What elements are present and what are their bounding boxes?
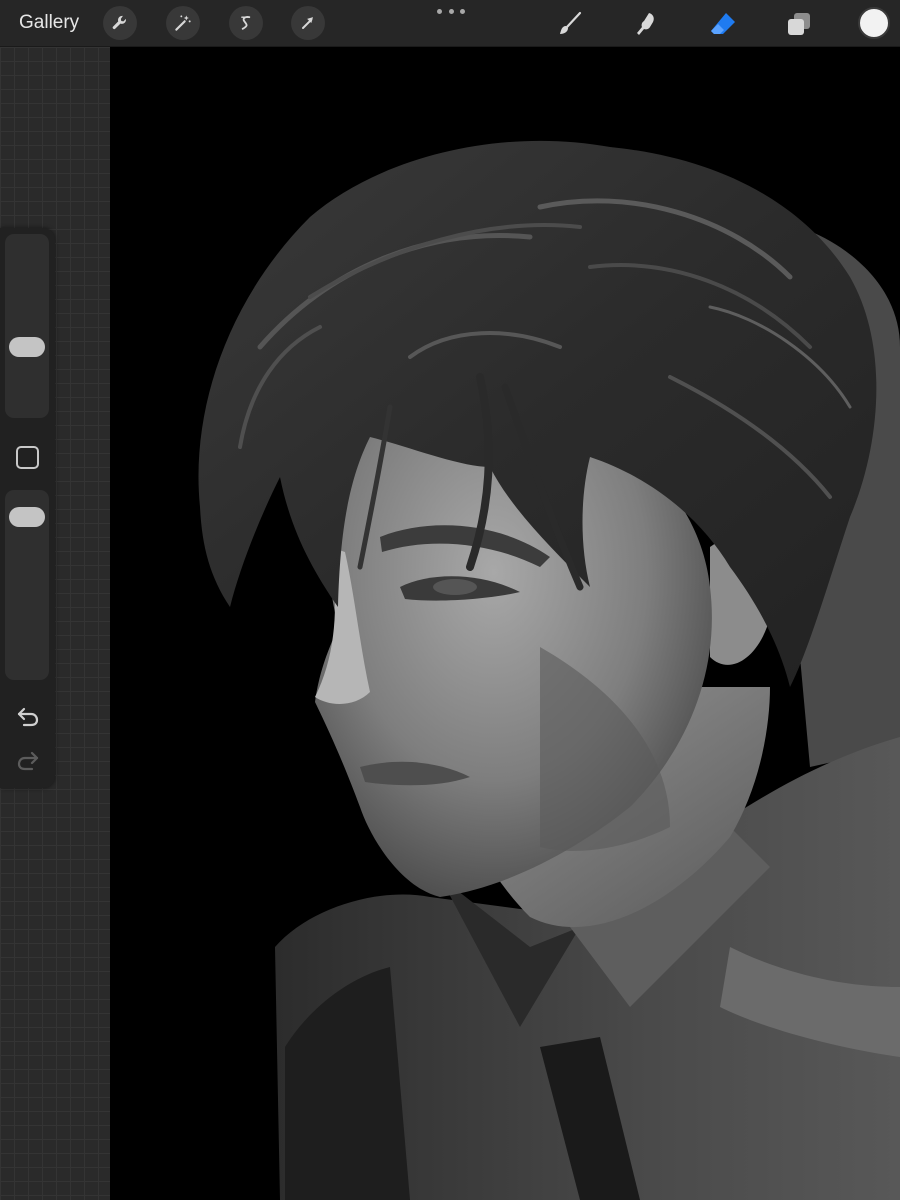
eraser-icon bbox=[711, 13, 735, 34]
brush-tool-button[interactable] bbox=[554, 8, 586, 40]
portrait-painting bbox=[198, 140, 900, 1200]
layers-button[interactable] bbox=[783, 8, 815, 40]
actions-button[interactable] bbox=[103, 6, 137, 40]
undo-icon[interactable] bbox=[14, 704, 42, 728]
drawing-canvas[interactable] bbox=[110, 47, 900, 1200]
top-toolbar: Gallery bbox=[0, 0, 900, 47]
sidebar bbox=[0, 228, 55, 788]
layers-icon bbox=[788, 13, 810, 35]
brush-size-slider[interactable] bbox=[5, 234, 49, 418]
square-modify-icon[interactable] bbox=[16, 446, 39, 469]
transform-button[interactable] bbox=[291, 6, 325, 40]
brush-icon bbox=[560, 11, 582, 34]
selection-button[interactable] bbox=[229, 6, 263, 40]
smudge-icon bbox=[637, 13, 654, 35]
arrow-cursor-icon bbox=[302, 17, 313, 29]
procreate-app: Gallery bbox=[0, 0, 900, 1200]
opacity-slider[interactable] bbox=[5, 490, 49, 680]
opacity-slider-thumb[interactable] bbox=[9, 507, 45, 528]
brush-size-slider-thumb[interactable] bbox=[9, 337, 45, 358]
more-dots-icon[interactable] bbox=[437, 4, 465, 18]
color-swatch-button[interactable] bbox=[858, 7, 890, 39]
selection-s-icon bbox=[241, 16, 251, 30]
redo-icon[interactable] bbox=[14, 748, 42, 772]
smudge-tool-button[interactable] bbox=[630, 8, 662, 40]
adjustments-button[interactable] bbox=[166, 6, 200, 40]
gallery-button[interactable]: Gallery bbox=[19, 11, 79, 35]
wrench-icon bbox=[112, 15, 126, 30]
eraser-tool-button[interactable] bbox=[707, 8, 739, 40]
magic-wand-icon bbox=[175, 15, 191, 31]
